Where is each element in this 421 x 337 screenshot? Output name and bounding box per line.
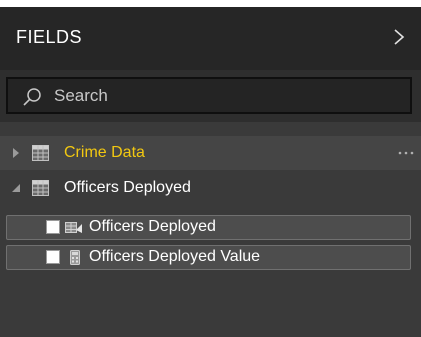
table-icon (32, 145, 49, 161)
search-area (0, 70, 421, 122)
table-label-officers-deployed: Officers Deployed (64, 179, 191, 196)
field-item-officers-deployed-value[interactable]: Officers Deployed Value (6, 245, 411, 270)
field-label: Officers Deployed (89, 218, 216, 235)
field-item-officers-deployed[interactable]: Officers Deployed (6, 215, 411, 240)
pane-title: FIELDS (16, 27, 83, 47)
search-input[interactable] (54, 85, 394, 107)
field-checkbox[interactable] (46, 220, 60, 234)
more-options-icon[interactable] (397, 150, 415, 156)
calculator-measure-icon (70, 250, 80, 265)
field-checkbox[interactable] (46, 250, 60, 264)
table-label-crime-data: Crime Data (64, 144, 145, 161)
search-box[interactable] (6, 77, 412, 114)
collapse-pane-button[interactable] (387, 25, 411, 49)
table-item-officers-deployed[interactable]: Officers Deployed (0, 171, 421, 205)
fields-header: FIELDS (0, 7, 421, 70)
expand-caret-icon[interactable] (10, 147, 22, 159)
fields-pane: FIELDS Crime Data (0, 7, 421, 337)
collapse-caret-icon[interactable] (10, 182, 22, 194)
field-label: Officers Deployed Value (89, 248, 261, 265)
table-item-crime-data[interactable]: Crime Data (0, 136, 421, 170)
column-field-icon (65, 222, 82, 233)
chevron-right-icon (394, 29, 405, 45)
table-icon (32, 180, 49, 196)
search-icon (23, 88, 41, 106)
